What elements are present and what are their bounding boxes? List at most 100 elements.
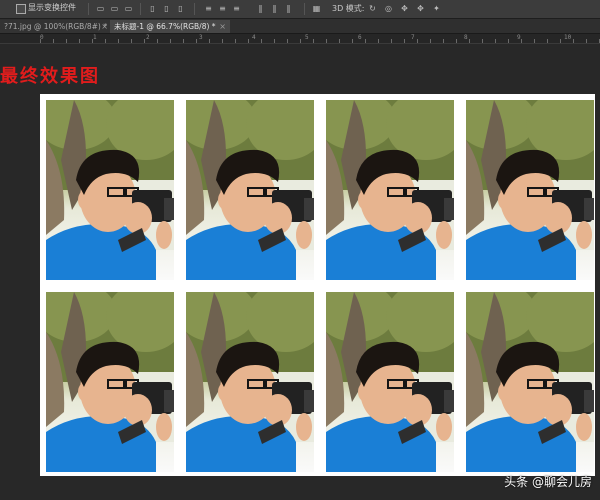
ruler-tick [521, 39, 522, 43]
photo-image [326, 292, 454, 472]
ruler-tick [339, 39, 340, 43]
watermark: 头条 @聊会儿房 [504, 475, 592, 489]
ruler-tick [352, 39, 353, 43]
show-transform-checkbox[interactable] [16, 4, 26, 14]
photo-image [186, 100, 314, 280]
close-icon[interactable]: × [219, 20, 226, 33]
document-tab-bar: ?71.jpg @ 100%(RGB/8#) * × 未标题-1 @ 66.7%… [0, 19, 600, 34]
roll-3d-icon[interactable]: ◎ [384, 4, 393, 13]
ruler-tick [300, 39, 301, 43]
ruler-tick [404, 39, 405, 43]
ruler-tick [274, 39, 275, 43]
ruler-tick [79, 39, 80, 43]
document-canvas[interactable] [40, 94, 595, 476]
ruler-tick [313, 39, 314, 43]
3d-mode-label: 3D 模式: [332, 4, 365, 13]
ruler-label: 2 [146, 34, 150, 41]
align-middle-icon[interactable]: ▭ [110, 4, 119, 13]
ruler-label: 1 [93, 34, 97, 41]
ruler-label: 7 [411, 34, 415, 41]
distribute-right-icon[interactable]: ‖ [284, 4, 293, 13]
ruler-tick [92, 39, 93, 43]
ruler-tick [118, 39, 119, 43]
id-photo [46, 292, 174, 472]
ruler-tick [547, 39, 548, 43]
horizontal-ruler: 0 1 2 3 4 5 6 7 8 9 10 [0, 34, 600, 44]
photo-image [326, 100, 454, 280]
separator [140, 3, 141, 15]
slide-3d-icon[interactable]: ✥ [416, 4, 425, 13]
separator [304, 3, 305, 15]
distribute-center-icon[interactable]: ‖ [270, 4, 279, 13]
ruler-tick [183, 39, 184, 43]
ruler-tick [105, 39, 106, 43]
drag-3d-icon[interactable]: ✥ [400, 4, 409, 13]
scale-3d-icon[interactable]: ✦ [432, 4, 441, 13]
ruler-tick [378, 39, 379, 43]
align-top-icon[interactable]: ▭ [96, 4, 105, 13]
auto-align-icon[interactable]: ▦ [312, 4, 321, 13]
ruler-tick [456, 39, 457, 43]
ruler-tick [131, 39, 132, 43]
ruler-tick [495, 39, 496, 43]
ruler-tick [586, 39, 587, 43]
ruler-tick [196, 39, 197, 43]
distribute-bottom-icon[interactable]: ≡ [232, 4, 241, 13]
ruler-tick [534, 39, 535, 43]
ruler-label: 3 [199, 34, 203, 41]
id-photo [466, 292, 594, 472]
canvas-heading: 最终效果图 [0, 66, 100, 87]
ruler-tick [469, 39, 470, 43]
photo-image [466, 292, 594, 472]
id-photo [186, 292, 314, 472]
align-right-icon[interactable]: ▯ [176, 4, 185, 13]
tab-document-2[interactable]: 未标题-1 @ 66.7%(RGB/8) * × [110, 20, 230, 33]
align-bottom-icon[interactable]: ▭ [124, 4, 133, 13]
ruler-tick [287, 39, 288, 43]
ruler-tick [53, 39, 54, 43]
ruler-tick [209, 39, 210, 43]
distribute-top-icon[interactable]: ≡ [204, 4, 213, 13]
ruler-tick [66, 39, 67, 43]
ruler-tick [560, 39, 561, 43]
ruler-tick [157, 39, 158, 43]
tab-label: ?71.jpg @ 100%(RGB/8#) * [4, 22, 107, 31]
ruler-tick [40, 39, 41, 43]
id-photo [186, 100, 314, 280]
photo-image [466, 100, 594, 280]
distribute-middle-icon[interactable]: ≡ [218, 4, 227, 13]
id-photo [46, 100, 174, 280]
rotate-3d-icon[interactable]: ↻ [368, 4, 377, 13]
tab-document-1[interactable]: ?71.jpg @ 100%(RGB/8#) * × [0, 20, 112, 33]
ruler-tick [144, 39, 145, 43]
ruler-tick [508, 39, 509, 43]
ruler-tick [365, 39, 366, 43]
ruler-tick [261, 39, 262, 43]
align-left-icon[interactable]: ▯ [148, 4, 157, 13]
id-photo [326, 100, 454, 280]
photo-image [46, 100, 174, 280]
ruler-tick [235, 39, 236, 43]
ruler-label: 5 [305, 34, 309, 41]
id-photo [326, 292, 454, 472]
ruler-tick [417, 39, 418, 43]
align-center-icon[interactable]: ▯ [162, 4, 171, 13]
photo-image [186, 292, 314, 472]
ruler-label: 6 [358, 34, 362, 41]
ruler-tick [482, 39, 483, 43]
ruler-label: 4 [252, 34, 256, 41]
ruler-label: 10 [564, 34, 572, 41]
ruler-tick [170, 39, 171, 43]
ruler-tick [443, 39, 444, 43]
close-icon[interactable]: × [101, 20, 108, 33]
separator [88, 3, 89, 15]
ruler-tick [326, 39, 327, 43]
show-transform-label: 显示变换控件 [28, 3, 76, 12]
distribute-left-icon[interactable]: ‖ [256, 4, 265, 13]
canvas-workspace[interactable]: 最终效果图 头条 @聊会儿房 [0, 44, 600, 500]
ruler-tick [248, 39, 249, 43]
photo-image [46, 292, 174, 472]
ruler-label: 8 [464, 34, 468, 41]
id-photo [466, 100, 594, 280]
options-bar: 显示变换控件 ▭ ▭ ▭ ▯ ▯ ▯ ≡ ≡ ≡ ‖ ‖ ‖ ▦ 3D 模式: … [0, 0, 600, 19]
